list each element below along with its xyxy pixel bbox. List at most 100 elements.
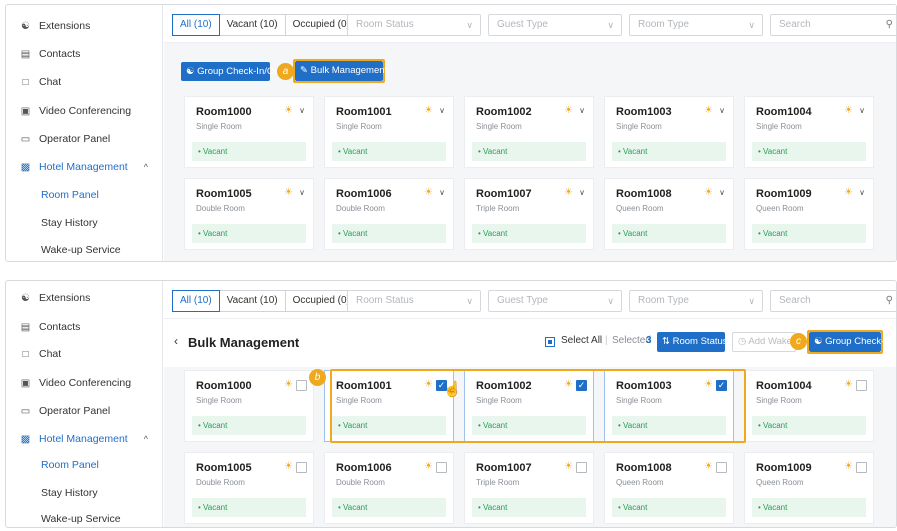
back-arrow-icon[interactable]: ‹ — [174, 334, 178, 348]
sidebar-item-hotel-management[interactable]: ▩ Hotel Management ^ — [6, 153, 162, 181]
status-text: Vacant — [763, 421, 788, 430]
room-checkbox[interactable] — [436, 462, 447, 473]
select-all-checkbox[interactable] — [545, 337, 555, 347]
sidebar-sub-room-panel[interactable]: Room Panel — [6, 451, 162, 479]
room-checkbox[interactable] — [716, 462, 727, 473]
room-checkbox[interactable] — [296, 380, 307, 391]
room-type: Queen Room — [616, 204, 664, 213]
group-check-in-button[interactable]: ☯ Group Check-In — [809, 332, 892, 352]
room-checkbox[interactable] — [856, 380, 867, 391]
wake-up-icon: ☀ — [424, 461, 433, 472]
guest-type-select[interactable]: Guest Type ∨ — [488, 14, 622, 36]
room-status-select[interactable]: Room Status ∨ — [347, 290, 481, 312]
room-card[interactable]: Room1009 Queen Room ☀ ∨ • Vacant — [744, 178, 874, 250]
room-name: Room1002 — [476, 106, 532, 118]
tab-all[interactable]: All (10) — [172, 14, 220, 36]
room-card[interactable]: Room1000 Single Room ☀ • Vacant — [184, 370, 314, 442]
chevron-down-icon[interactable]: ∨ — [719, 188, 725, 197]
chevron-down-icon[interactable]: ∨ — [719, 106, 725, 115]
sidebar-sub-wake-up-service[interactable]: Wake-up Service — [6, 236, 162, 261]
room-card[interactable]: Room1006 Double Room ☀ ∨ • Vacant — [324, 178, 454, 250]
sidebar: ☯ Extensions ▤ Contacts □ Chat ▣ Video Confe… — [6, 281, 163, 527]
room-card[interactable]: Room1001 Single Room ☀ ∨ • Vacant — [324, 96, 454, 168]
chevron-down-icon[interactable]: ∨ — [299, 106, 305, 115]
room-type-select[interactable]: Room Type ∨ — [629, 14, 763, 36]
room-type: Single Room — [336, 122, 382, 131]
status-text: Vacant — [203, 147, 228, 156]
room-card[interactable]: Room1008 Queen Room ☀ • Vacant — [604, 452, 734, 524]
status-badge: • Vacant — [612, 498, 726, 517]
sidebar-item-operator-panel[interactable]: ▭ Operator Panel — [6, 125, 162, 153]
sidebar-item-extensions[interactable]: ☯ Extensions — [6, 12, 162, 40]
chevron-down-icon: ∨ — [607, 296, 614, 306]
user-list-icon: ☯ — [21, 20, 30, 32]
chevron-down-icon[interactable]: ∨ — [859, 106, 865, 115]
chevron-down-icon[interactable]: ∨ — [439, 106, 445, 115]
chevron-down-icon: ∨ — [607, 20, 614, 30]
chat-icon: □ — [22, 76, 29, 88]
room-card[interactable]: Room1004 Single Room ☀ • Vacant — [744, 370, 874, 442]
video-icon: ▣ — [20, 377, 31, 389]
status-text: Vacant — [343, 147, 368, 156]
room-card[interactable]: Room1002 Single Room ☀ ∨ • Vacant — [464, 96, 594, 168]
room-filter-tabs: All (10) Vacant (10) Occupied (0) — [172, 14, 358, 36]
status-badge: • Vacant — [752, 224, 866, 243]
room-card[interactable]: Room1009 Queen Room ☀ • Vacant — [744, 452, 874, 524]
add-wake-up-button[interactable]: ◷ Add Wake-up — [732, 332, 796, 352]
tab-vacant[interactable]: Vacant (10) — [220, 15, 286, 35]
room-card[interactable]: Room1005 Double Room ☀ ∨ • Vacant — [184, 178, 314, 250]
chevron-down-icon[interactable]: ∨ — [439, 188, 445, 197]
sidebar-item-contacts[interactable]: ▤ Contacts — [6, 313, 162, 341]
room-type: Single Room — [616, 122, 662, 131]
search-icon: ⚲ — [885, 295, 893, 306]
sidebar-item-video-conferencing[interactable]: ▣ Video Conferencing — [6, 97, 162, 125]
tab-vacant[interactable]: Vacant (10) — [220, 291, 286, 311]
room-card[interactable]: Room1003 Single Room ☀ ∨ • Vacant — [604, 96, 734, 168]
tab-all[interactable]: All (10) — [172, 290, 220, 312]
room-checkbox[interactable] — [296, 462, 307, 473]
chevron-down-icon[interactable]: ∨ — [579, 188, 585, 197]
sidebar-sub-wake-up-service[interactable]: Wake-up Service — [6, 505, 162, 527]
room-status-select[interactable]: Room Status ∨ — [347, 14, 481, 36]
sidebar-item-contacts[interactable]: ▤ Contacts — [6, 40, 162, 68]
room-card[interactable]: Room1007 Triple Room ☀ ∨ • Vacant — [464, 178, 594, 250]
sidebar: ☯ Extensions ▤ Contacts □ Chat ▣ Video Confe… — [6, 5, 163, 261]
chevron-down-icon[interactable]: ∨ — [299, 188, 305, 197]
select-all-label[interactable]: Select All — [561, 335, 602, 346]
room-card[interactable]: Room1004 Single Room ☀ ∨ • Vacant — [744, 96, 874, 168]
room-type: Double Room — [196, 204, 245, 213]
sidebar-sub-stay-history[interactable]: Stay History — [6, 209, 162, 237]
room-checkbox[interactable] — [856, 462, 867, 473]
contacts-icon: ▤ — [20, 321, 31, 333]
sidebar-item-operator-panel[interactable]: ▭ Operator Panel — [6, 397, 162, 425]
room-type: Single Room — [756, 122, 802, 131]
room-type: Queen Room — [616, 478, 664, 487]
sidebar-item-chat[interactable]: □ Chat — [6, 68, 162, 96]
guest-type-select[interactable]: Guest Type ∨ — [488, 290, 622, 312]
selected-rooms-highlight — [330, 369, 746, 443]
chevron-down-icon[interactable]: ∨ — [859, 188, 865, 197]
status-badge: • Vacant — [192, 224, 306, 243]
sidebar-sub-room-panel[interactable]: Room Panel — [6, 181, 162, 209]
room-card[interactable]: Room1005 Double Room ☀ • Vacant — [184, 452, 314, 524]
sidebar-sub-stay-history[interactable]: Stay History — [6, 479, 162, 507]
room-type: Queen Room — [756, 204, 804, 213]
search-input[interactable]: Search ⚲ — [770, 14, 896, 36]
bulk-management-button[interactable]: ✎ Bulk Management — [295, 61, 387, 81]
room-status-button[interactable]: ⇅ Room Status — [657, 332, 728, 352]
sidebar-item-hotel-management[interactable]: ▩ Hotel Management ^ — [6, 425, 162, 453]
sidebar-item-extensions[interactable]: ☯ Extensions — [6, 284, 162, 312]
sidebar-item-video-conferencing[interactable]: ▣ Video Conferencing — [6, 369, 162, 397]
room-type-select[interactable]: Room Type ∨ — [629, 290, 763, 312]
chevron-down-icon[interactable]: ∨ — [579, 106, 585, 115]
sidebar-item-chat[interactable]: □ Chat — [6, 340, 162, 368]
room-card[interactable]: Room1007 Triple Room ☀ • Vacant — [464, 452, 594, 524]
room-card[interactable]: Room1000 Single Room ☀ ∨ • Vacant — [184, 96, 314, 168]
search-input[interactable]: Search ⚲ — [770, 290, 896, 312]
room-type: Single Room — [756, 396, 802, 405]
room-card[interactable]: Room1008 Queen Room ☀ ∨ • Vacant — [604, 178, 734, 250]
room-card[interactable]: Room1006 Double Room ☀ • Vacant — [324, 452, 454, 524]
status-badge: • Vacant — [332, 142, 446, 161]
room-checkbox[interactable] — [576, 462, 587, 473]
group-check-in-out-button[interactable]: ☯ Group Check-In/Out — [181, 62, 282, 81]
